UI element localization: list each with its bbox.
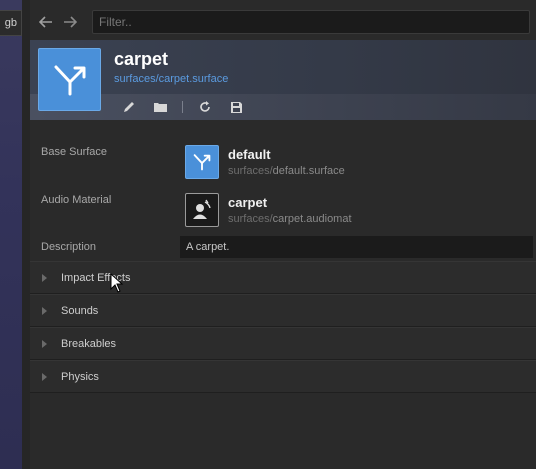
- arrow-right-icon[interactable]: [60, 12, 80, 32]
- chevron-right-icon: [42, 372, 47, 381]
- section-label: Breakables: [61, 337, 117, 350]
- audio-material-path: surfaces/carpet.audiomat: [228, 213, 352, 225]
- page-title: carpet: [114, 49, 169, 69]
- refresh-icon[interactable]: [196, 98, 214, 116]
- action-divider: [182, 101, 183, 113]
- surface-branch-icon: [185, 145, 219, 179]
- chevron-right-icon: [42, 339, 47, 348]
- collapsible-sections: Impact Effects Sounds Breakables Physics: [30, 261, 536, 393]
- chevron-right-icon: [42, 273, 47, 282]
- section-label: Sounds: [61, 304, 99, 317]
- section-breakables[interactable]: Breakables: [30, 327, 536, 360]
- folder-icon[interactable]: [151, 98, 169, 116]
- pencil-icon[interactable]: [120, 98, 138, 116]
- asset-path-link[interactable]: surfaces/carpet.surface: [114, 73, 228, 85]
- panel-splitter[interactable]: [22, 0, 30, 469]
- audio-material-label: Audio Material: [41, 194, 112, 206]
- description-label: Description: [41, 241, 97, 253]
- filter-input[interactable]: [92, 10, 530, 34]
- audio-material-name: carpet: [228, 195, 268, 210]
- base-surface-name: default: [228, 147, 271, 162]
- section-label: Physics: [61, 370, 99, 383]
- audio-material-asset[interactable]: carpet surfaces/carpet.audiomat: [185, 193, 525, 233]
- surface-branch-icon: [38, 48, 101, 111]
- save-icon[interactable]: [227, 98, 245, 116]
- toolbar: [30, 0, 536, 44]
- asset-header: carpet surfaces/carpet.surface: [30, 40, 536, 120]
- section-sounds[interactable]: Sounds: [30, 294, 536, 327]
- section-impact-effects[interactable]: Impact Effects: [30, 261, 536, 294]
- header-actions: [120, 98, 258, 116]
- base-surface-label: Base Surface: [41, 146, 108, 158]
- section-physics[interactable]: Physics: [30, 360, 536, 393]
- surface-inspector-panel: carpet surfaces/carpet.surface Base Surf…: [30, 0, 536, 469]
- header-action-bar: [30, 94, 536, 120]
- description-field[interactable]: [180, 236, 533, 258]
- mouse-cursor-icon: [110, 273, 124, 293]
- base-surface-asset[interactable]: default surfaces/default.surface: [185, 145, 525, 185]
- background-tab[interactable]: gb: [0, 10, 22, 36]
- chevron-right-icon: [42, 306, 47, 315]
- audio-material-icon: [185, 193, 219, 227]
- base-surface-path: surfaces/default.surface: [228, 165, 345, 177]
- arrow-left-icon[interactable]: [36, 12, 56, 32]
